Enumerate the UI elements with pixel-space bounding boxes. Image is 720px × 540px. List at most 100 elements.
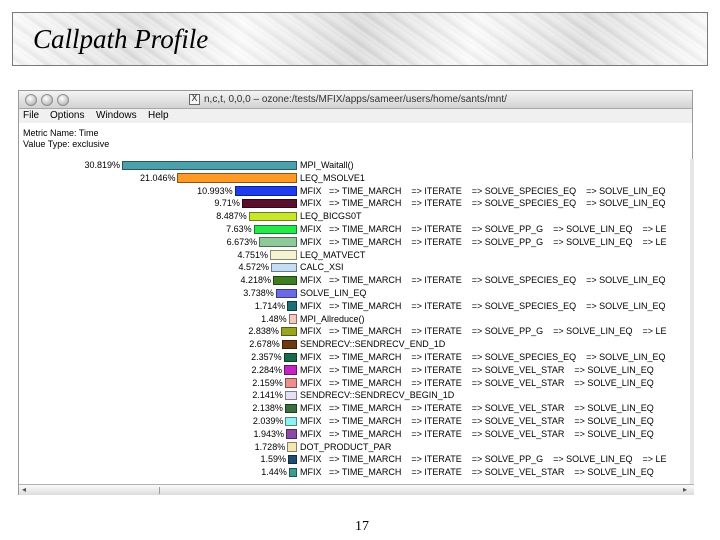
window-title: n,c,t, 0,0,0 – ozone:/tests/MFIX/apps/sa… — [204, 94, 507, 105]
row-bar[interactable] — [288, 314, 297, 324]
profile-row[interactable]: 2.284% MFIX => TIME_MARCH => ITERATE => S… — [19, 364, 690, 377]
row-bar[interactable] — [122, 160, 297, 170]
row-percentage: 8.487% — [216, 211, 247, 222]
profile-row[interactable]: 2.141% SENDRECV::SENDRECV_BEGIN_1D — [19, 389, 690, 402]
vertical-scrollbar[interactable] — [690, 159, 694, 484]
profile-row[interactable]: 2.838% MFIX => TIME_MARCH => ITERATE => S… — [19, 325, 690, 338]
row-percentage: 4.572% — [238, 262, 270, 273]
row-bar[interactable] — [177, 173, 297, 183]
profile-row[interactable]: 2.678% SENDRECV::SENDRECV_END_1D — [19, 338, 690, 351]
row-bar[interactable] — [287, 442, 297, 452]
row-function-label: DOT_PRODUCT_PAR — [300, 441, 392, 452]
row-function-label: MPI_Waitall() — [300, 160, 354, 170]
row-function-label: MFIX => TIME_MARCH => ITERATE => SOLVE_S… — [300, 300, 666, 311]
row-percentage: 1.728% — [254, 441, 286, 452]
row-function-label: MFIX => TIME_MARCH => ITERATE => SOLVE_V… — [300, 403, 654, 414]
row-function-label: SOLVE_LIN_EQ — [300, 288, 367, 298]
row-percentage: 2.678% — [249, 339, 280, 350]
row-bar[interactable] — [259, 237, 297, 247]
row-bar[interactable] — [285, 429, 297, 439]
row-bar[interactable] — [280, 326, 297, 337]
row-bar[interactable] — [234, 186, 297, 196]
menubar: File Options Windows Help — [19, 109, 692, 123]
row-bar[interactable] — [271, 262, 297, 273]
profile-row[interactable]: 21.046% LEQ_MSOLVE1 — [19, 172, 690, 185]
row-percentage: 6.673% — [226, 236, 258, 247]
row-bar[interactable] — [287, 301, 297, 311]
row-bar[interactable] — [285, 416, 297, 426]
row-percentage: 4.751% — [237, 249, 269, 260]
row-bar[interactable] — [281, 339, 297, 350]
profile-row[interactable]: 2.039% MFIX => TIME_MARCH => ITERATE => S… — [19, 415, 690, 428]
row-function-label: MPI_Allreduce() — [300, 313, 365, 324]
row-percentage: 4.218% — [240, 275, 272, 286]
menu-options[interactable]: Options — [50, 110, 84, 121]
row-bar[interactable] — [275, 288, 297, 298]
menu-file[interactable]: File — [23, 110, 39, 121]
row-bar[interactable] — [283, 352, 297, 362]
row-percentage: 1.44% — [261, 467, 287, 478]
profile-row[interactable]: 30.819% MPI_Waitall() — [19, 159, 690, 172]
row-percentage: 1.943% — [253, 428, 284, 439]
row-function-label: CALC_XSI — [300, 262, 344, 273]
row-function-label: MFIX => TIME_MARCH => ITERATE => SOLVE_V… — [300, 428, 654, 439]
row-percentage: 30.819% — [84, 160, 120, 170]
row-bar[interactable] — [284, 378, 297, 388]
row-function-label: SENDRECV::SENDRECV_BEGIN_1D — [300, 390, 455, 401]
scroll-left-icon[interactable]: ◂ — [22, 485, 26, 495]
profile-row[interactable]: 2.159% MFIX => TIME_MARCH => ITERATE => S… — [19, 377, 690, 390]
row-bar[interactable] — [253, 224, 297, 234]
row-percentage: 3.738% — [243, 288, 274, 298]
profile-row[interactable]: 9.71% MFIX => TIME_MARCH => ITERATE => SO… — [19, 197, 690, 210]
row-bar[interactable] — [284, 403, 297, 414]
slide-title: Callpath Profile — [33, 24, 209, 54]
profile-row[interactable]: 1.44% MFIX => TIME_MARCH => ITERATE => SO… — [19, 466, 690, 479]
menu-help[interactable]: Help — [148, 110, 169, 121]
profile-row[interactable]: 8.487% LEQ_BICGS0T — [19, 210, 690, 223]
profile-row[interactable]: 2.138% MFIX => TIME_MARCH => ITERATE => S… — [19, 402, 690, 415]
minimize-window-button[interactable] — [41, 94, 53, 106]
profile-row[interactable]: 1.59% MFIX => TIME_MARCH => ITERATE => SO… — [19, 453, 690, 466]
profile-row[interactable]: 6.673% MFIX => TIME_MARCH => ITERATE => S… — [19, 236, 690, 249]
window-titlebar[interactable]: X n,c,t, 0,0,0 – ozone:/tests/MFIX/apps/… — [19, 91, 692, 109]
row-function-label: MFIX => TIME_MARCH => ITERATE => SOLVE_V… — [300, 364, 654, 375]
row-function-label: MFIX => TIME_MARCH => ITERATE => SOLVE_S… — [300, 352, 666, 362]
close-window-button[interactable] — [25, 94, 37, 106]
row-percentage: 2.284% — [251, 364, 283, 375]
horizontal-scrollbar[interactable]: ◂ ▸ — [19, 484, 694, 495]
page-number: 17 — [355, 519, 369, 534]
menu-windows[interactable]: Windows — [96, 110, 137, 121]
profile-row[interactable]: 2.357% MFIX => TIME_MARCH => ITERATE => S… — [19, 351, 690, 364]
profile-row[interactable]: 4.751% LEQ_MATVECT — [19, 249, 690, 262]
row-percentage: 1.48% — [261, 313, 287, 324]
profile-window: X n,c,t, 0,0,0 – ozone:/tests/MFIX/apps/… — [18, 90, 694, 495]
profile-row[interactable]: 7.63% MFIX => TIME_MARCH => ITERATE => SO… — [19, 223, 690, 236]
row-function-label: MFIX => TIME_MARCH => ITERATE => SOLVE_P… — [300, 326, 667, 337]
profile-row[interactable]: 1.714% MFIX => TIME_MARCH => ITERATE => S… — [19, 300, 690, 313]
scroll-thumb-grip[interactable] — [159, 487, 160, 494]
row-bar[interactable] — [270, 250, 297, 260]
row-bar[interactable] — [284, 390, 297, 401]
row-function-label: MFIX => TIME_MARCH => ITERATE => SOLVE_S… — [300, 185, 666, 196]
profile-row[interactable]: 1.48% MPI_Allreduce() — [19, 313, 690, 326]
profile-row[interactable]: 1.728% DOT_PRODUCT_PAR — [19, 441, 690, 454]
profile-row[interactable]: 3.738% SOLVE_LIN_EQ — [19, 287, 690, 300]
row-bar[interactable] — [248, 211, 297, 222]
profile-row[interactable]: 1.943% MFIX => TIME_MARCH => ITERATE => S… — [19, 428, 690, 441]
profile-row[interactable]: 4.572% CALC_XSI — [19, 261, 690, 274]
profile-row[interactable]: 4.218% MFIX => TIME_MARCH => ITERATE => S… — [19, 274, 690, 287]
profile-bar-chart[interactable]: 30.819% MPI_Waitall() 21.046% LEQ_MSOLVE1 10… — [19, 159, 690, 484]
row-percentage: 1.59% — [260, 454, 286, 465]
zoom-window-button[interactable] — [57, 94, 69, 106]
row-bar[interactable] — [241, 198, 297, 209]
row-bar[interactable] — [287, 454, 297, 465]
row-bar[interactable] — [273, 275, 297, 286]
scroll-right-icon[interactable]: ▸ — [683, 485, 687, 495]
row-function-label: MFIX => TIME_MARCH => ITERATE => SOLVE_P… — [300, 454, 667, 465]
row-percentage: 21.046% — [139, 172, 176, 183]
x11-icon: X — [189, 94, 200, 105]
row-percentage: 7.63% — [226, 224, 252, 234]
profile-row[interactable]: 10.993% MFIX => TIME_MARCH => ITERATE => … — [19, 185, 690, 198]
row-bar[interactable] — [288, 467, 297, 478]
row-bar[interactable] — [284, 365, 297, 375]
